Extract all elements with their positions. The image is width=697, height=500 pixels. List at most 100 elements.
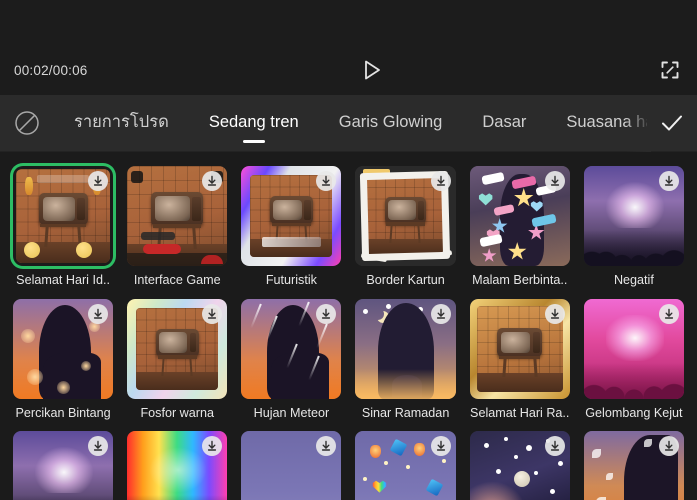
play-button-container xyxy=(88,57,657,83)
effect-thumbnail[interactable] xyxy=(355,431,456,500)
download-arrow-icon xyxy=(436,175,445,186)
download-badge[interactable] xyxy=(544,171,565,191)
effect-item[interactable] xyxy=(13,431,114,500)
no-effect-circle-slash-icon xyxy=(15,111,39,135)
tab-sedang-tren[interactable]: Sedang tren xyxy=(189,95,319,152)
download-badge[interactable] xyxy=(544,436,565,457)
effect-label: Selamat Hari Id.. xyxy=(16,273,110,288)
effect-label: Futuristik xyxy=(265,273,317,288)
effect-item[interactable]: Negatif xyxy=(583,166,684,299)
effect-label: Interface Game xyxy=(133,273,221,288)
download-badge[interactable] xyxy=(430,436,451,457)
download-badge[interactable] xyxy=(88,303,109,324)
effect-label: Hujan Meteor xyxy=(253,405,330,420)
tab-label: Garis Glowing xyxy=(338,112,443,131)
effect-label: Selamat Hari Ra.. xyxy=(470,405,570,420)
tab-garis-glowing[interactable]: Garis Glowing xyxy=(319,95,463,152)
effect-label: Gelombang Kejut xyxy=(585,405,683,420)
tab-favorit[interactable]: รายการโปรด xyxy=(54,95,189,152)
effect-label: Malam Berbinta.. xyxy=(472,273,568,288)
tab-dasar[interactable]: Dasar xyxy=(462,95,546,152)
effect-thumbnail[interactable] xyxy=(241,431,342,500)
effect-thumbnail[interactable] xyxy=(355,166,456,267)
effect-thumbnail[interactable] xyxy=(127,431,228,500)
tab-suasana-hati[interactable]: Suasana ha xyxy=(546,95,647,152)
download-arrow-icon xyxy=(94,308,103,319)
download-badge[interactable] xyxy=(430,171,451,191)
effect-item[interactable]: Selamat Hari Id.. xyxy=(13,166,113,299)
effect-thumbnail-selected[interactable] xyxy=(13,166,113,266)
effect-item[interactable] xyxy=(127,431,228,500)
download-arrow-icon xyxy=(322,308,331,319)
effect-label: Negatif xyxy=(613,273,654,288)
download-arrow-icon xyxy=(664,308,674,319)
effect-thumbnail[interactable] xyxy=(241,166,342,267)
effect-item[interactable] xyxy=(355,431,456,500)
effect-item[interactable]: Futuristik xyxy=(241,166,342,299)
effect-thumbnail[interactable] xyxy=(583,166,684,267)
tab-active-underline xyxy=(110,140,132,143)
tab-active-underline xyxy=(493,140,515,143)
download-arrow-icon xyxy=(322,441,331,451)
effect-thumbnail[interactable] xyxy=(127,298,228,399)
download-badge[interactable] xyxy=(430,303,451,324)
download-arrow-icon xyxy=(208,308,217,319)
download-badge[interactable] xyxy=(658,303,679,324)
effect-thumbnail[interactable] xyxy=(127,166,228,267)
download-arrow-icon xyxy=(436,441,445,451)
effect-thumbnail[interactable] xyxy=(469,298,570,399)
tab-active-underline xyxy=(380,140,402,143)
tab-label: Sedang tren xyxy=(208,112,299,131)
effect-thumbnail[interactable] xyxy=(241,298,342,399)
effect-thumbnail[interactable] xyxy=(355,298,456,399)
effects-grid-area[interactable]: Selamat Hari Id.. Interface Game Futuris… xyxy=(0,152,697,500)
download-arrow-icon xyxy=(550,441,559,451)
effect-label: Border Kartun xyxy=(366,273,445,288)
effect-item[interactable]: Malam Berbinta.. xyxy=(469,166,570,299)
confirm-button[interactable] xyxy=(647,95,697,152)
timecode-label: 00:02/00:06 xyxy=(14,62,88,78)
effect-label: Percikan Bintang xyxy=(15,405,111,420)
download-arrow-icon xyxy=(550,308,559,319)
effect-item[interactable] xyxy=(469,431,570,500)
video-preview-bar: 00:02/00:06 xyxy=(0,0,697,95)
download-arrow-icon xyxy=(94,441,103,451)
tab-label: Dasar xyxy=(482,112,527,131)
effect-thumbnail[interactable] xyxy=(583,298,684,399)
effect-item[interactable]: Sinar Ramadan xyxy=(355,298,456,432)
effect-item[interactable]: Selamat Hari Ra.. xyxy=(469,298,570,432)
effect-item[interactable]: Hujan Meteor xyxy=(241,298,342,432)
fullscreen-expand-icon xyxy=(661,61,679,79)
play-button[interactable] xyxy=(359,57,385,83)
tabs-scroll-container[interactable]: รายการโปรด Sedang tren Garis Glowing Das… xyxy=(54,95,647,152)
effect-item[interactable]: Fosfor warna xyxy=(127,298,228,432)
checkmark-icon xyxy=(662,115,682,131)
download-arrow-icon xyxy=(208,175,217,186)
effect-item[interactable]: Interface Game xyxy=(127,166,228,299)
download-arrow-icon xyxy=(94,175,103,186)
download-arrow-icon xyxy=(436,308,445,319)
fullscreen-button[interactable] xyxy=(657,57,683,83)
effect-item[interactable] xyxy=(241,431,342,500)
effect-item[interactable]: Gelombang Kejut xyxy=(583,298,684,432)
tab-active-underline xyxy=(242,139,265,143)
download-arrow-icon xyxy=(664,441,674,451)
no-effect-button[interactable] xyxy=(0,95,54,152)
effect-thumbnail[interactable] xyxy=(13,298,114,399)
effects-grid: Selamat Hari Id.. Interface Game Futuris… xyxy=(13,166,684,500)
effect-thumbnail[interactable] xyxy=(469,166,570,267)
effect-item[interactable] xyxy=(583,431,684,500)
effect-thumbnail[interactable] xyxy=(13,431,114,500)
download-badge[interactable] xyxy=(658,171,679,191)
tab-active-underline xyxy=(599,140,621,143)
effect-label: Fosfor warna xyxy=(140,405,214,420)
effect-label: Sinar Ramadan xyxy=(361,405,450,420)
effect-thumbnail[interactable] xyxy=(469,431,570,500)
download-badge[interactable] xyxy=(544,303,565,324)
effect-thumbnail[interactable] xyxy=(583,431,684,500)
tab-label: รายการโปรด xyxy=(74,112,169,131)
download-arrow-icon xyxy=(664,175,674,186)
download-badge[interactable] xyxy=(202,303,223,324)
effect-item[interactable]: Percikan Bintang xyxy=(13,298,114,432)
effect-item[interactable]: Border Kartun xyxy=(355,166,456,299)
